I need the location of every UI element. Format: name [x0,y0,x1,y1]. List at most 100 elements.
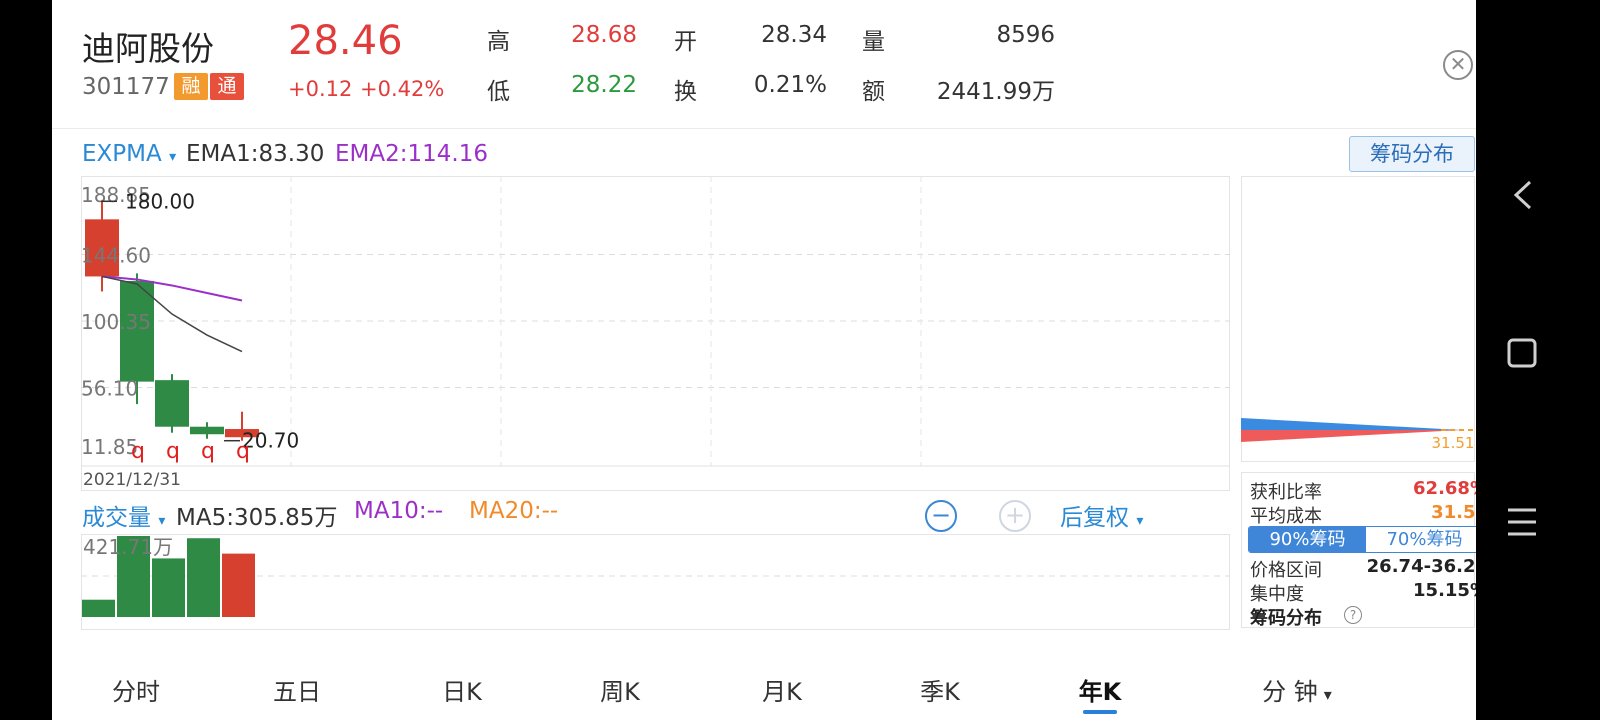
stock-code: 301177 [82,74,170,100]
price-change-pct: +0.42% [360,77,445,101]
price-change: +0.12 [288,77,353,101]
volume-chart[interactable]: 421.71万 [81,534,1230,630]
tab-period-label: 季K [920,678,960,706]
chip-loss-shape [1241,430,1461,442]
volume-bar [187,538,220,617]
indicator-name: EXPMA [82,141,162,167]
tab-period-label: 月K [762,678,802,706]
screen: 迪阿股份 301177 融 通 28.46 +0.12 +0.42% 高 28.6… [0,0,1600,720]
minus-icon: − [930,501,952,529]
quote-label: 额 [862,79,885,105]
header-divider [52,128,1476,129]
tab-period-label: 五日 [273,678,321,706]
avg-cost-value: 31.51 [1431,502,1476,523]
avg-cost-label: 31.51 [1432,434,1475,452]
quote-panel: 迪阿股份 301177 融 通 28.46 +0.12 +0.42% 高 28.6… [52,0,1476,720]
price-axis-tick: 11.85 [81,435,138,459]
chip-range-tabs: 90%筹码 70%筹码 [1248,526,1476,553]
chip-footer-label: 筹码分布 [1250,608,1322,629]
tab-period[interactable]: 月K [752,672,812,707]
close-button[interactable]: ✕ [1443,50,1473,80]
zoom-in-button[interactable]: + [999,500,1031,532]
adjust-label: 后复权 [1060,505,1129,531]
tab-period[interactable]: 日K [432,672,492,707]
avg-cost-label-text: 平均成本 [1250,506,1322,527]
quote-value: 28.68 [571,22,637,48]
quote-value: 28.22 [571,72,637,98]
price-chart[interactable]: 188.85144.60100.3556.1011.85180.0020.70q… [81,176,1230,491]
price-range-value: 26.74-36.29 [1366,556,1476,577]
candle-body [190,426,224,435]
event-marker: q [166,439,180,464]
tab-period-label: 分时 [112,678,160,706]
ma5-value: MA5:305.85万 [176,505,338,531]
close-icon: ✕ [1449,52,1467,76]
quote-label: 换 [674,79,697,105]
profit-ratio-label: 获利比率 [1250,482,1322,503]
volume-max-label: 421.71万 [83,535,173,559]
chevron-down-icon: ▾ [1136,513,1144,529]
back-icon[interactable] [1513,180,1532,210]
tab-period[interactable]: 周K [590,672,650,707]
quote-label: 低 [487,79,510,105]
quote-value: 0.21% [753,72,827,98]
concentration-label: 集中度 [1250,584,1304,605]
max-price-label: 180.00 [125,189,195,213]
chevron-down-icon: ▾ [158,513,166,529]
chevron-down-icon: ▾ [169,149,177,165]
concentration-value: 15.15% [1413,580,1476,601]
volume-bar [82,599,115,617]
volume-selector[interactable]: 成交量 ▾ [82,498,165,532]
chevron-down-icon: ▾ [1323,685,1332,704]
home-icon[interactable] [1507,338,1537,368]
tab-period-label: 日K [442,678,482,706]
quote-label: 量 [862,29,885,55]
adjust-selector[interactable]: 后复权 ▾ [1060,498,1143,532]
tab-90-chips[interactable]: 90%筹码 [1249,527,1366,552]
tab-period[interactable]: 分 钟 ▾ [1232,672,1362,707]
date-label: 2021/12/31 [83,470,181,490]
tab-70-chips[interactable]: 70%筹码 [1366,527,1476,552]
stock-name: 迪阿股份 [82,29,214,68]
min-price-label: 20.70 [242,429,299,453]
plus-icon: + [1004,501,1026,529]
candle-body [155,380,189,427]
quote-value: 28.34 [761,22,827,48]
price-axis-tick: 144.60 [81,244,151,268]
zoom-out-button[interactable]: − [925,500,957,532]
chip-chart: 31.51 [1241,418,1475,452]
quote-label: 开 [674,29,697,55]
connect-badge: 通 [210,73,244,100]
price-axis-tick: 56.10 [81,377,138,401]
margin-badge: 融 [174,73,208,100]
tab-period[interactable]: 季K [910,672,970,707]
quote-label: 高 [487,29,510,55]
profit-ratio-value: 62.68% [1413,478,1476,499]
last-price: 28.46 [288,18,403,64]
tab-period-label: 分 钟 [1262,678,1318,706]
tab-period[interactable]: 五日 [267,672,327,707]
ema2-value: EMA2:114.16 [335,141,488,167]
recents-icon[interactable] [1508,508,1536,536]
help-icon[interactable]: ? [1344,606,1362,624]
chip-distribution-button[interactable]: 筹码分布 [1349,136,1475,172]
ema1-value: EMA1:83.30 [186,141,325,167]
tab-period[interactable]: 分时 [106,672,166,707]
ma10-value: MA10:-- [354,498,444,524]
quote-value: 2441.99万 [936,79,1055,105]
tab-period[interactable]: 年K [1070,672,1130,707]
event-marker: q [131,439,145,464]
tab-period-label: 周K [600,678,640,706]
volume-bar [222,553,255,617]
android-nav-bar [1507,180,1537,536]
volume-title: 成交量 [82,505,151,531]
selected-tab-indicator [1083,710,1117,714]
tab-period-label: 年K [1078,678,1122,706]
event-marker: q [236,439,250,464]
price-axis-tick: 100.35 [81,310,151,334]
indicator-selector[interactable]: EXPMA ▾ [82,141,176,167]
ma20-value: MA20:-- [469,498,559,524]
quote-value: 8596 [996,22,1055,48]
price-range-label: 价格区间 [1250,560,1322,581]
event-marker: q [201,439,215,464]
